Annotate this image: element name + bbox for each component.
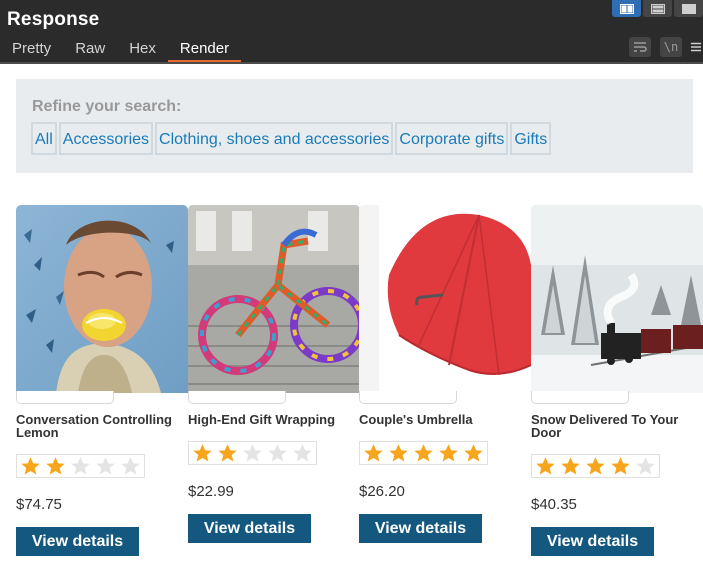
star-filled-icon [414, 444, 433, 462]
star-empty-icon [636, 457, 655, 475]
word-wrap-icon [634, 42, 647, 52]
star-filled-icon [586, 457, 605, 475]
product-card: Couple's Umbrella $26.20 View details [359, 205, 531, 543]
star-filled-icon [193, 444, 212, 462]
category-filters: All Accessories Clothing, shoes and acce… [31, 122, 552, 155]
filter-all[interactable]: All [31, 122, 57, 155]
star-empty-icon [96, 457, 115, 475]
star-filled-icon [561, 457, 580, 475]
star-empty-icon [293, 444, 312, 462]
star-empty-icon [268, 444, 287, 462]
image-caption-stub [16, 391, 114, 404]
view-details-button[interactable]: View details [188, 514, 311, 543]
product-name[interactable]: Couple's Umbrella [359, 413, 529, 426]
red-umbrella-photo [359, 205, 531, 393]
tab-raw[interactable]: Raw [63, 36, 117, 63]
star-filled-icon [536, 457, 555, 475]
snowy-steam-train-photo [531, 205, 703, 393]
split-rows-button[interactable] [643, 0, 672, 17]
tab-pretty[interactable]: Pretty [0, 36, 63, 63]
product-image[interactable] [16, 205, 188, 404]
star-filled-icon [21, 457, 40, 475]
response-tabs: Pretty Raw Hex Render [0, 36, 242, 63]
star-rating [188, 441, 317, 465]
response-panel-header: Response Pretty Raw Hex Render \n [0, 0, 703, 63]
star-empty-icon [243, 444, 262, 462]
single-pane-icon [681, 3, 696, 14]
product-name[interactable]: Snow Delivered To Your Door [531, 413, 701, 439]
image-caption-stub [531, 391, 629, 404]
layout-buttons [612, 0, 703, 17]
show-newlines-button[interactable]: \n [660, 37, 682, 57]
filter-corporate-gifts[interactable]: Corporate gifts [395, 122, 509, 155]
man-biting-lemon-photo [16, 205, 188, 393]
yarn-bombed-bicycle-photo [188, 205, 360, 393]
word-wrap-button[interactable] [629, 37, 651, 57]
view-details-button[interactable]: View details [531, 527, 654, 556]
product-image[interactable] [359, 205, 531, 404]
product-price: $40.35 [531, 496, 577, 513]
star-rating [16, 454, 145, 478]
image-caption-stub [359, 391, 457, 404]
star-filled-icon [364, 444, 383, 462]
star-filled-icon [218, 444, 237, 462]
refine-search-panel: Refine your search: All Accessories Clot… [16, 79, 693, 173]
render-tools: \n [629, 37, 703, 57]
star-empty-icon [121, 457, 140, 475]
split-rows-icon [650, 3, 665, 14]
single-pane-button[interactable] [674, 0, 703, 17]
star-rating [531, 454, 660, 478]
star-filled-icon [439, 444, 458, 462]
product-name[interactable]: Conversation Controlling Lemon [16, 413, 186, 439]
menu-icon[interactable] [691, 37, 703, 57]
header-divider [0, 62, 703, 64]
split-columns-icon [619, 3, 634, 14]
tab-render[interactable]: Render [167, 36, 242, 63]
product-image[interactable] [531, 205, 703, 404]
star-filled-icon [389, 444, 408, 462]
star-filled-icon [46, 457, 65, 475]
tab-hex[interactable]: Hex [117, 36, 168, 63]
product-price: $22.99 [188, 483, 234, 500]
panel-title: Response [7, 9, 100, 30]
image-caption-stub [188, 391, 286, 404]
product-price: $74.75 [16, 496, 62, 513]
star-rating [359, 441, 488, 465]
star-filled-icon [464, 444, 483, 462]
product-name[interactable]: High-End Gift Wrapping [188, 413, 358, 426]
product-card: High-End Gift Wrapping $22.99 View detai… [188, 205, 360, 543]
product-card: Snow Delivered To Your Door $40.35 View … [531, 205, 703, 556]
product-card: Conversation Controlling Lemon $74.75 Vi… [16, 205, 188, 556]
view-details-button[interactable]: View details [16, 527, 139, 556]
star-empty-icon [71, 457, 90, 475]
view-details-button[interactable]: View details [359, 514, 482, 543]
product-price: $26.20 [359, 483, 405, 500]
product-image[interactable] [188, 205, 360, 404]
star-filled-icon [611, 457, 630, 475]
filter-accessories[interactable]: Accessories [58, 122, 154, 155]
refine-label: Refine your search: [32, 98, 182, 115]
split-columns-button[interactable] [612, 0, 641, 17]
filter-clothing-shoes-accessories[interactable]: Clothing, shoes and accessories [155, 122, 394, 155]
filter-gifts[interactable]: Gifts [510, 122, 552, 155]
